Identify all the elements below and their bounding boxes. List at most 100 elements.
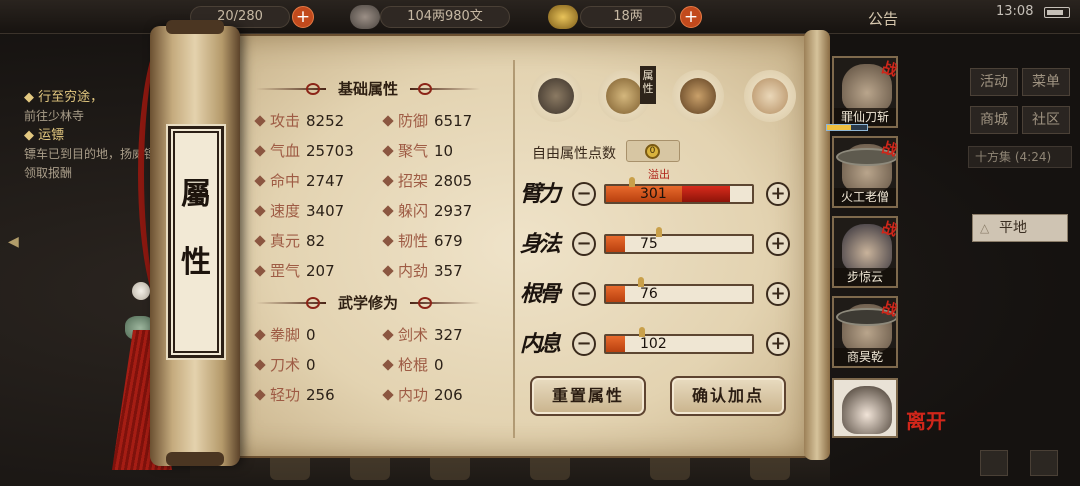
active-tab-tag: 属性 — [640, 66, 656, 104]
silver-counter: 104两980文 — [380, 6, 510, 28]
gold-counter: 18两 — [580, 6, 676, 28]
battery-icon — [1044, 7, 1070, 18]
stat-qi-gather: 聚气 10 — [382, 140, 453, 162]
marker-pin-icon — [639, 327, 645, 337]
panel-divider — [513, 60, 515, 438]
stat-lightness: 轻功 256 — [254, 384, 335, 406]
member-name: 步惊云 — [834, 268, 896, 286]
stat-gang-qi: 罡气 207 — [254, 260, 335, 282]
equipment-tab-icon[interactable] — [530, 70, 582, 122]
member-name: 火工老僧 — [834, 188, 896, 206]
section-title: 武学修为 — [337, 294, 398, 312]
strength-value: 301 — [640, 186, 667, 202]
portrait — [842, 386, 892, 434]
scroll-cap-top — [166, 20, 224, 34]
section-title: 基础属性 — [337, 80, 398, 98]
strength-bar: 301 — [604, 184, 754, 204]
agility-minus-button[interactable]: − — [572, 232, 596, 256]
system-clock: 13:08 — [996, 4, 1034, 19]
corner-button-right[interactable] — [1030, 450, 1058, 476]
stat-dodge: 躲闪 2937 — [382, 200, 472, 222]
stat-blade: 刀术 0 — [254, 354, 316, 376]
breath-plus-button[interactable]: + — [766, 332, 790, 356]
scroll-cap-bottom — [166, 452, 224, 466]
scroll-title-char: 屬 — [181, 177, 211, 212]
martial-header: 武学修为 — [256, 292, 410, 314]
reset-attributes-button[interactable]: 重置属性 — [530, 376, 646, 416]
agility-bar: 75 — [604, 234, 754, 254]
agility-plus-button[interactable]: + — [766, 232, 790, 256]
member-name: 商昊乾 — [834, 348, 896, 366]
stat-sword: 剑术 327 — [382, 324, 463, 346]
bagua-tab-icon[interactable] — [672, 70, 724, 122]
marker-pin-icon — [656, 227, 662, 237]
confirm-points-button[interactable]: 确认加点 — [670, 376, 786, 416]
attr-label-constitution: 根骨 — [520, 281, 561, 307]
breath-bar: 102 — [604, 334, 754, 354]
collapse-arrow-icon[interactable]: ◀ — [8, 234, 19, 250]
quest-title: 行至穷途， — [38, 90, 104, 105]
constitution-minus-button[interactable]: − — [572, 282, 596, 306]
bar-overflow — [681, 186, 731, 202]
stat-speed: 速度 3407 — [254, 200, 344, 222]
stat-spear: 枪棍 0 — [382, 354, 444, 376]
scroll-title-char: 性 — [181, 245, 211, 280]
stat-attack: 攻击 8252 — [254, 110, 344, 132]
constitution-bar: 76 — [604, 284, 754, 304]
terrain-indicator: 平地 — [972, 214, 1068, 242]
gold-ingot-icon — [548, 5, 578, 29]
constitution-value: 76 — [640, 286, 658, 302]
diamond-icon: ◆ — [24, 128, 34, 143]
ornament-icon — [306, 297, 320, 309]
ornament-icon — [418, 83, 432, 95]
strength-minus-button[interactable]: − — [572, 182, 596, 206]
scroll-bead — [132, 282, 150, 300]
attr-label-strength: 臂力 — [520, 181, 561, 207]
stat-inner-art: 内功 206 — [382, 384, 463, 406]
silver-icon — [350, 5, 380, 29]
stat-fist: 拳脚 0 — [254, 324, 316, 346]
leave-button[interactable]: 离开 — [906, 410, 946, 456]
menu-button[interactable]: 菜单 — [1022, 68, 1070, 96]
market-label: 十方集 — [975, 150, 1012, 164]
agility-value: 75 — [640, 236, 658, 252]
stat-true-essence: 真元 82 — [254, 230, 325, 252]
community-button[interactable]: 社区 — [1022, 106, 1070, 134]
ornament-icon — [418, 297, 432, 309]
add-stamina-button[interactable]: + — [292, 6, 314, 28]
scroll-title-label: 屬 性 — [166, 124, 226, 360]
strength-plus-button[interactable]: + — [766, 182, 790, 206]
stat-inner-force: 内劲 357 — [382, 260, 463, 282]
free-points-label: 自由属性点数 — [532, 146, 616, 162]
stat-parry: 招架 2805 — [382, 170, 472, 192]
basic-attrs-header: 基础属性 — [256, 78, 410, 100]
notice-button[interactable]: 公告 — [868, 8, 898, 29]
stat-hp: 气血 25703 — [254, 140, 354, 162]
market-timer: (4:24) — [1014, 150, 1052, 164]
meridian-tab-icon[interactable] — [744, 70, 796, 122]
breath-minus-button[interactable]: − — [572, 332, 596, 356]
stat-hit: 命中 2747 — [254, 170, 344, 192]
bar-fill — [606, 336, 625, 352]
bar-fill — [606, 286, 625, 302]
member-status-bar — [826, 124, 868, 131]
activity-button[interactable]: 活动 — [970, 68, 1018, 96]
corner-button-left[interactable] — [980, 450, 1008, 476]
shifang-market[interactable]: 十方集 (4:24) — [968, 146, 1072, 168]
stat-toughness: 韧性 679 — [382, 230, 463, 252]
free-points-box: 0 — [626, 140, 680, 162]
add-gold-button[interactable]: + — [680, 6, 702, 28]
marker-pin-icon — [638, 277, 644, 287]
ornament-icon — [306, 83, 320, 95]
breath-value: 102 — [640, 336, 667, 352]
free-points-value: 0 — [645, 144, 660, 159]
attr-label-breath: 内息 — [520, 331, 561, 357]
constitution-plus-button[interactable]: + — [766, 282, 790, 306]
quest-title: 运镖 — [38, 128, 65, 143]
diamond-icon: ◆ — [24, 90, 34, 105]
overflow-label: 溢出 — [648, 168, 670, 181]
marker-pin-icon — [629, 177, 635, 187]
shop-button[interactable]: 商城 — [970, 106, 1018, 134]
stat-defense: 防御 6517 — [382, 110, 472, 132]
party-member-card[interactable] — [832, 378, 898, 438]
